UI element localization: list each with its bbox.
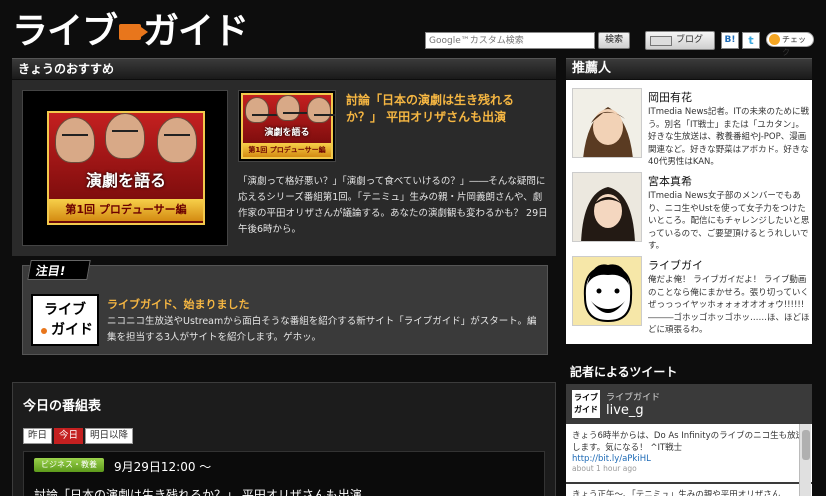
- blog-button[interactable]: ブログ: [645, 31, 715, 50]
- schedule-title: 今日の番組表: [23, 399, 102, 414]
- section-title-recommend: きょうのおすすめ: [12, 58, 556, 79]
- recommender-description: ITmedia News女子部のメンバーでもあり、ニコ生やUstを使って女子力を…: [648, 191, 810, 252]
- featured-article: 演劇を語る 第1回 プロデューサー編 演劇を語る 第1回 プロデューサー編 討論…: [12, 80, 556, 256]
- site-header: ライブ ガイド 検索 ブログ B! t チェック: [0, 0, 826, 57]
- twitter-widget: ライブ ガイド ライブガイド live_g きょう6時半からは、Do As In…: [566, 384, 812, 496]
- notice-logo-line2-text: ガイド: [51, 322, 93, 338]
- featured-image[interactable]: 演劇を語る 第1回 プロデューサー編: [22, 90, 228, 246]
- program-time: 9月29日12:00 〜: [114, 460, 212, 474]
- tweets-section-title: 記者によるツイート: [570, 365, 678, 379]
- camera-icon: [41, 328, 47, 334]
- live-guide-logo[interactable]: ライブ ガイド: [31, 294, 99, 346]
- recommender-photo: [572, 88, 642, 158]
- avatar-line1: ライブ: [574, 393, 598, 402]
- twitter-avatar[interactable]: ライブ ガイド: [572, 390, 600, 418]
- scrollbar-thumb[interactable]: [802, 430, 810, 460]
- check-button-label: チェック: [782, 35, 806, 57]
- person-face: [307, 97, 335, 123]
- thumbnail-banner: 演劇を語る 第1回 プロデューサー編: [241, 93, 335, 159]
- logo-text-guide: ガイド: [143, 11, 249, 52]
- recommender-name: 岡田有花: [648, 91, 692, 104]
- person-face: [276, 95, 309, 121]
- tweet: きょう正午〜、「テニミュ」生みの親や平田オリザさん: [566, 484, 812, 496]
- recommender-description: 俺だよ俺！ ライブガイだよ！ ライブ動画のことなら俺にまかせろ。張り切っていくぜ…: [648, 275, 810, 336]
- recommender-item[interactable]: ライブガイ 俺だよ俺！ ライブガイだよ！ ライブ動画のことなら俺にまかせろ。張り…: [572, 252, 810, 335]
- twitter-icon[interactable]: t: [742, 32, 760, 49]
- schedule-list: ビジネス・教養 9月29日12:00 〜 討論「日本の演劇は生き残れるか？」 平…: [23, 451, 545, 496]
- twitter-handle[interactable]: live_g: [606, 403, 644, 418]
- check-icon: [769, 34, 780, 45]
- logo-text-live: ライブ: [12, 11, 118, 52]
- tab-tomorrow-onward[interactable]: 明日以降: [85, 428, 134, 444]
- notice-logo-line2: ガイド: [33, 320, 97, 340]
- tab-today[interactable]: 今日: [54, 428, 84, 444]
- featured-thumbnail[interactable]: 演劇を語る 第1回 プロデューサー編: [238, 90, 336, 162]
- program-title-link[interactable]: 討論「日本の演劇は生き残れるか？」 平田オリザさんも出演: [34, 486, 362, 496]
- notice-box: 注目! ライブ ガイド ライブガイド、始まりました ニコニコ生放送やUstrea…: [22, 260, 548, 355]
- category-badge: ビジネス・教養: [34, 458, 104, 472]
- thumbnail-title: 演劇を語る: [264, 128, 310, 138]
- search-button[interactable]: 検索: [598, 32, 630, 49]
- recommender-item[interactable]: 岡田有花 ITmedia News記者。ITの未来のために戦う。別名「IT戦士」…: [572, 84, 809, 167]
- search-input[interactable]: [425, 32, 595, 49]
- camera-icon: [119, 24, 149, 40]
- notice-description: ニコニコ生放送やUstreamから面白そうな番組を紹介する新サイト「ライブガイド…: [107, 316, 537, 343]
- tweet-timestamp[interactable]: about 1 hour ago: [572, 464, 806, 473]
- schedule-day-tabs: 昨日 今日 明日以降: [23, 428, 134, 444]
- featured-banner: 演劇を語る 第1回 プロデューサー編: [47, 111, 205, 225]
- recommender-item[interactable]: 宮本真希 ITmedia News女子部のメンバーでもあり、ニコ生やUstを使っ…: [572, 168, 809, 251]
- blog-icon: [650, 36, 672, 46]
- recommender-photo: [572, 172, 642, 242]
- notice-logo-line1: ライブ: [44, 302, 86, 318]
- person-face: [245, 97, 278, 123]
- banner-title: 演劇を語る: [85, 171, 166, 190]
- tweet-scrollbar[interactable]: [799, 424, 811, 496]
- twitter-account-name[interactable]: ライブガイド: [606, 390, 660, 403]
- featured-description: 「演劇って格好悪い？」「演劇って食べていけるの？」――そんな疑問に応えるシリーズ…: [238, 176, 548, 235]
- avatar-line2: ガイド: [574, 405, 598, 414]
- recommenders-list: 岡田有花 ITmedia News記者。ITの未来のために戦う。別名「IT戦士」…: [566, 80, 812, 344]
- section-title-recommenders: 推薦人: [566, 58, 812, 79]
- tweet-link[interactable]: http://bit.ly/aPkiHL: [572, 454, 806, 464]
- person-face: [55, 117, 95, 163]
- featured-headline-link[interactable]: 討論「日本の演劇は生き残れるか？」 平田オリザさんも出演: [346, 92, 546, 126]
- person-face: [157, 117, 197, 163]
- person-face: [105, 113, 145, 159]
- notice-title-link[interactable]: ライブガイド、始まりました: [107, 296, 250, 312]
- recommender-photo: [572, 256, 642, 326]
- recommender-name: 宮本真希: [648, 175, 692, 188]
- tab-yesterday[interactable]: 昨日: [23, 428, 53, 444]
- blog-button-label: ブログ: [676, 35, 704, 45]
- tweet: きょう6時半からは、Do As Infinityのライブのニコ生も放送します。気…: [566, 424, 812, 482]
- check-button[interactable]: チェック: [766, 32, 814, 57]
- notice-badge: 注目!: [27, 260, 91, 280]
- recommender-description: ITmedia News記者。ITの未来のために戦う。別名「IT戦士」または「ユ…: [648, 107, 810, 168]
- tweet-text: きょう6時半からは、Do As Infinityのライブのニコ生も放送します。気…: [572, 431, 805, 453]
- site-logo[interactable]: ライブ ガイド: [12, 6, 249, 52]
- program-schedule: 今日の番組表 昨日 今日 明日以降 ビジネス・教養 9月29日12:00 〜 討…: [12, 382, 556, 496]
- banner-subtitle: 第1回 プロデューサー編: [49, 199, 203, 221]
- recommender-name: ライブガイ: [648, 259, 703, 272]
- thumbnail-subtitle: 第1回 プロデューサー編: [243, 143, 331, 157]
- hatena-bookmark-icon[interactable]: B!: [721, 32, 739, 49]
